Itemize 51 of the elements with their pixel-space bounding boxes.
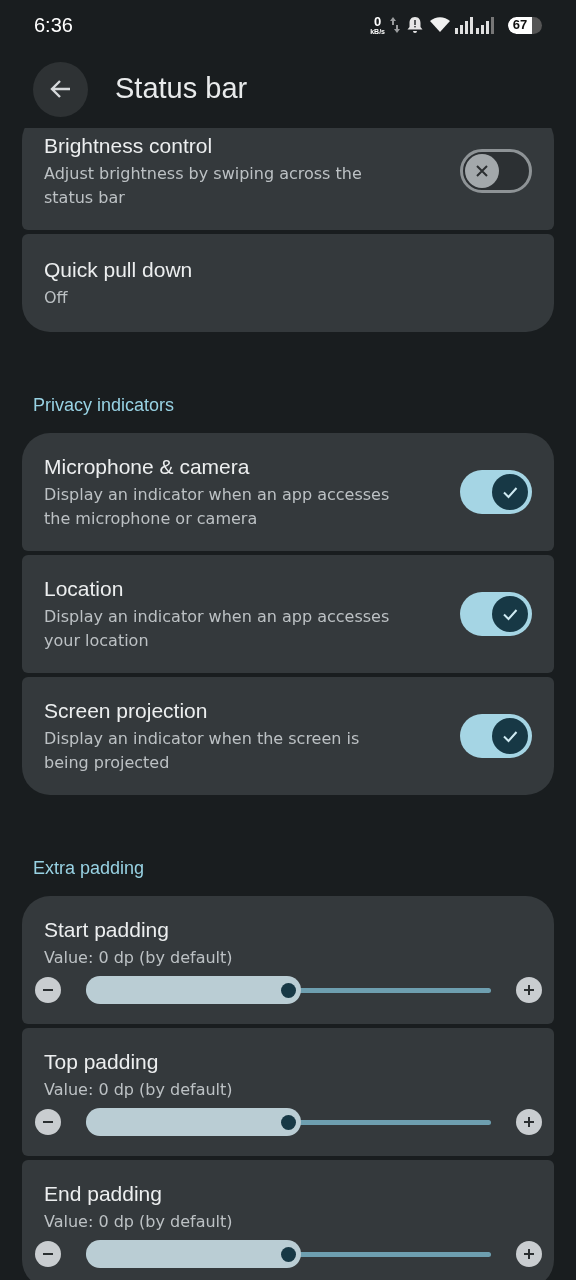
slider[interactable] <box>86 1240 491 1268</box>
setting-title: Start padding <box>44 917 170 943</box>
toggle-switch[interactable] <box>460 470 532 514</box>
clock: 6:36 <box>34 13 73 38</box>
settings-card[interactable]: Microphone & camera Display an indicator when an app accesses the microphone or camera <box>22 433 554 551</box>
setting-summary: Off <box>44 287 69 309</box>
setting-title: Brightness control <box>44 133 214 159</box>
slider[interactable] <box>86 1108 491 1136</box>
network-speed-value: 0 <box>374 15 382 28</box>
setting-title: Quick pull down <box>44 257 194 283</box>
settings-card[interactable]: End padding Value: 0 dp (by default) <box>22 1160 554 1280</box>
setting-summary: Display an indicator when the screen is being projected <box>44 728 361 774</box>
setting-summary: Value: 0 dp (by default) <box>44 1079 234 1101</box>
settings-card[interactable]: Quick pull down Off <box>22 234 554 332</box>
setting-summary: Value: 0 dp (by default) <box>44 947 234 969</box>
increase-button[interactable] <box>516 977 542 1003</box>
settings-card[interactable]: Brightness control Adjust brightness by swiping across the status bar <box>22 128 554 230</box>
wifi-icon <box>430 17 450 33</box>
close-icon <box>474 163 490 179</box>
settings-card[interactable]: Location Display an indicator when an app accesses your location <box>22 555 554 673</box>
battery-indicator: 67 <box>508 16 542 34</box>
signal-bars-icon <box>455 16 495 34</box>
toggle-switch[interactable] <box>460 149 532 193</box>
setting-title: Screen projection <box>44 698 209 724</box>
slider[interactable] <box>86 976 491 1004</box>
setting-summary: Display an indicator when an app accesses the microphone or camera <box>44 484 391 530</box>
setting-title: Location <box>44 576 125 602</box>
setting-summary: Adjust brightness by swiping across the status bar <box>44 163 363 209</box>
settings-card[interactable]: Start padding Value: 0 dp (by default) <box>22 896 554 1024</box>
section-header: Privacy indicators <box>32 394 176 417</box>
settings-card[interactable]: Top padding Value: 0 dp (by default) <box>22 1028 554 1156</box>
toggle-switch[interactable] <box>460 592 532 636</box>
decrease-button[interactable] <box>35 1241 61 1267</box>
setting-title: End padding <box>44 1181 163 1207</box>
setting-title: Top padding <box>44 1049 160 1075</box>
plus-icon <box>522 1247 536 1261</box>
decrease-button[interactable] <box>35 1109 61 1135</box>
setting-summary: Value: 0 dp (by default) <box>44 1211 234 1233</box>
increase-button[interactable] <box>516 1241 542 1267</box>
decrease-button[interactable] <box>35 977 61 1003</box>
section-header: Extra padding <box>32 857 146 880</box>
setting-title: Microphone & camera <box>44 454 251 480</box>
alarm-bell-icon <box>405 16 425 34</box>
increase-button[interactable] <box>516 1109 542 1135</box>
data-arrows-icon <box>390 16 400 34</box>
plus-icon <box>522 983 536 997</box>
settings-card[interactable]: Screen projection Display an indicator when the screen is being projected <box>22 677 554 795</box>
setting-summary: Display an indicator when an app accesses your location <box>44 606 391 652</box>
plus-icon <box>522 1115 536 1129</box>
page-title: Status bar <box>115 71 248 107</box>
toggle-switch[interactable] <box>460 714 532 758</box>
